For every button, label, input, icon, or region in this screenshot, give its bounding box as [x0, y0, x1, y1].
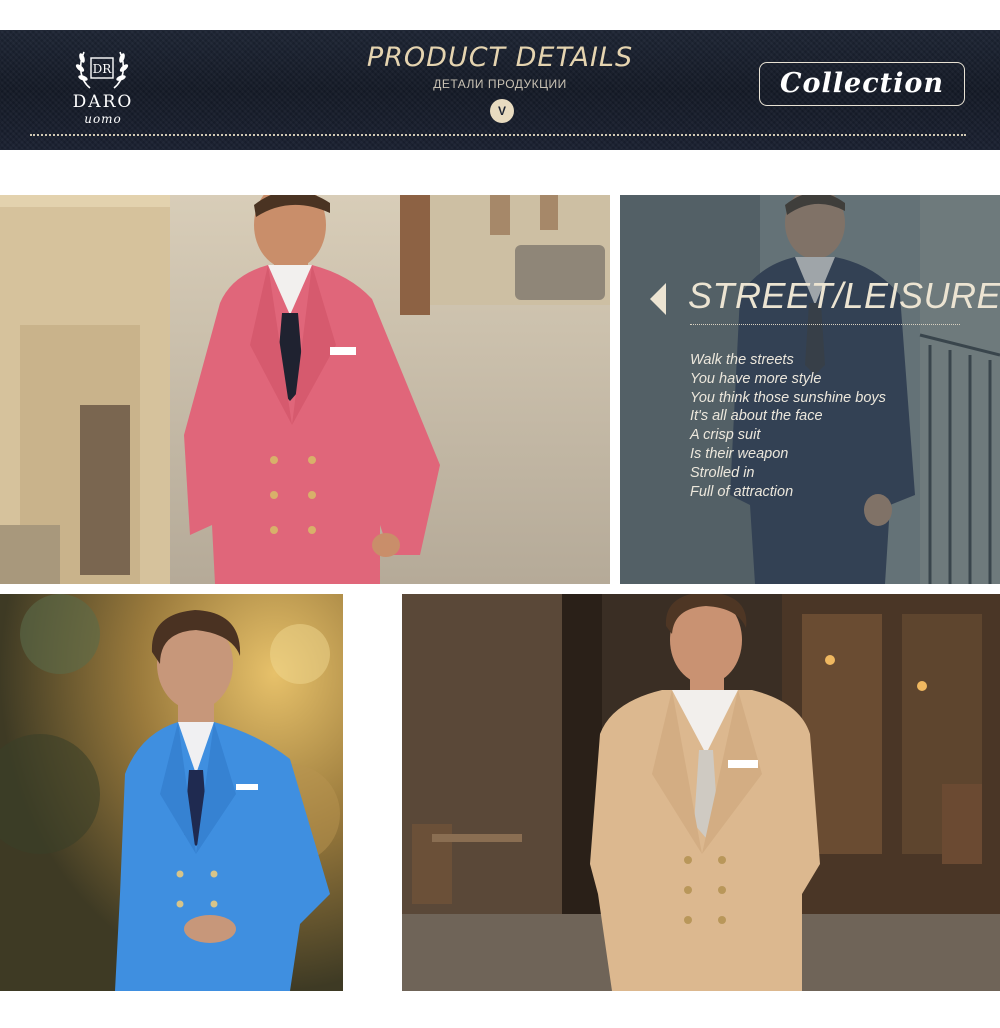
page-title: PRODUCT DETAILS [366, 42, 634, 73]
brand-logo[interactable]: DR DARO uomo [58, 44, 148, 126]
text-line: You think those sunshine boys [690, 389, 886, 406]
text-line: A crisp suit [690, 427, 761, 444]
photo-street-leisure[interactable]: STREET/LEISURE Walk the streets You have… [620, 195, 1000, 584]
text-line: Walk the streets [690, 352, 794, 368]
dotted-divider [30, 134, 966, 136]
text-line: You have more style [690, 370, 822, 387]
page-subtitle: ДЕТАЛИ ПРОДУКЦИИ [433, 77, 567, 91]
photo-beige-suit[interactable] [402, 594, 1000, 991]
street-title: STREET/LEISURE [688, 275, 1000, 316]
street-text-lines: Walk the streets You have more style You… [690, 351, 886, 501]
svg-text:DR: DR [93, 62, 113, 76]
text-line: Strolled in [690, 464, 755, 481]
collection-button[interactable]: Collection [759, 62, 965, 106]
text-line: Full of attraction [690, 483, 794, 500]
brand-subname: uomo [84, 112, 122, 126]
brand-name: DARO [72, 92, 134, 112]
dotted-divider [690, 324, 960, 325]
header-banner: DR DARO uomo PRODUCT DETAILS ДЕТАЛИ ПРОД… [0, 30, 1000, 150]
laurel-monogram-icon: DR [75, 51, 129, 89]
photo-blue-suit[interactable] [0, 594, 343, 991]
photo-pink-suit[interactable] [0, 195, 610, 584]
text-line: Is their weapon [690, 445, 789, 462]
chevron-badge: V [490, 99, 514, 123]
text-line: It's all about the face [690, 408, 823, 425]
arrow-left-icon [650, 283, 666, 315]
